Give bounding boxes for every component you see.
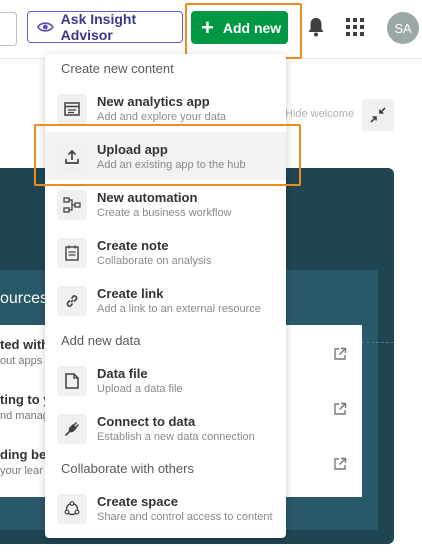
menu-item-data-file[interactable]: Data file Upload a data file — [45, 356, 286, 404]
user-avatar[interactable]: SA — [387, 12, 419, 44]
menu-item-title: Create space — [97, 494, 178, 509]
menu-item-create-link[interactable]: Create link Add a link to an external re… — [45, 276, 286, 324]
notifications-bell-icon[interactable] — [307, 17, 325, 37]
insight-eye-icon — [37, 22, 54, 32]
search-input[interactable] — [0, 12, 17, 46]
menu-item-subtitle: Upload a data file — [97, 383, 183, 395]
plug-icon — [57, 414, 87, 444]
section-collaborate: Collaborate with others — [61, 461, 194, 476]
space-icon — [57, 494, 87, 524]
hide-welcome-link[interactable]: Hide welcome — [285, 108, 354, 120]
top-bar: Ask Insight Advisor + Add new SA — [0, 0, 422, 59]
menu-item-subtitle: Collaborate on analysis — [97, 255, 212, 267]
highlight-box-add-new — [185, 3, 302, 59]
resource-title: ted with — [0, 337, 50, 352]
note-icon — [57, 238, 87, 268]
resource-title: ting to y — [0, 392, 51, 407]
insight-label: Ask Insight Advisor — [60, 11, 137, 43]
app-icon — [57, 94, 87, 124]
menu-item-title: New analytics app — [97, 94, 210, 109]
resource-sub: out apps a — [0, 355, 52, 367]
section-create-new-content: Create new content — [61, 61, 174, 76]
automation-icon — [57, 190, 87, 220]
link-icon — [57, 286, 87, 316]
resource-item[interactable]: ting to y nd manag — [0, 392, 51, 424]
menu-item-title: Connect to data — [97, 414, 196, 429]
menu-item-title: New automation — [97, 190, 198, 205]
menu-item-create-space[interactable]: Create space Share and control access to… — [45, 484, 286, 532]
external-link-icon[interactable] — [333, 457, 347, 471]
menu-item-new-automation[interactable]: New automation Create a business workflo… — [45, 180, 286, 228]
collapse-button[interactable] — [362, 99, 394, 131]
resources-title: ources — [0, 290, 49, 307]
menu-item-subtitle: Share and control access to content — [97, 511, 273, 523]
apps-grid-icon[interactable] — [346, 18, 364, 36]
ask-insight-advisor-button[interactable]: Ask Insight Advisor — [27, 11, 183, 43]
resource-sub: nd manag — [0, 410, 49, 422]
highlight-box-upload-app — [34, 124, 301, 186]
menu-item-connect-to-data[interactable]: Connect to data Establish a new data con… — [45, 404, 286, 452]
section-add-new-data: Add new data — [61, 333, 141, 348]
file-icon — [57, 366, 87, 396]
menu-item-subtitle: Create a business workflow — [97, 207, 232, 219]
menu-item-subtitle: Add and explore your data — [97, 111, 227, 123]
external-link-icon[interactable] — [333, 347, 347, 361]
resource-item[interactable]: ted with out apps a — [0, 337, 51, 369]
menu-item-subtitle: Add a link to an external resource — [97, 303, 261, 315]
menu-item-title: Create note — [97, 238, 169, 253]
menu-item-create-note[interactable]: Create note Collaborate on analysis — [45, 228, 286, 276]
menu-item-title: Data file — [97, 366, 148, 381]
menu-item-title: Create link — [97, 286, 164, 301]
external-link-icon[interactable] — [333, 402, 347, 416]
collapse-arrows-icon — [370, 107, 386, 123]
menu-item-subtitle: Establish a new data connection — [97, 431, 255, 443]
